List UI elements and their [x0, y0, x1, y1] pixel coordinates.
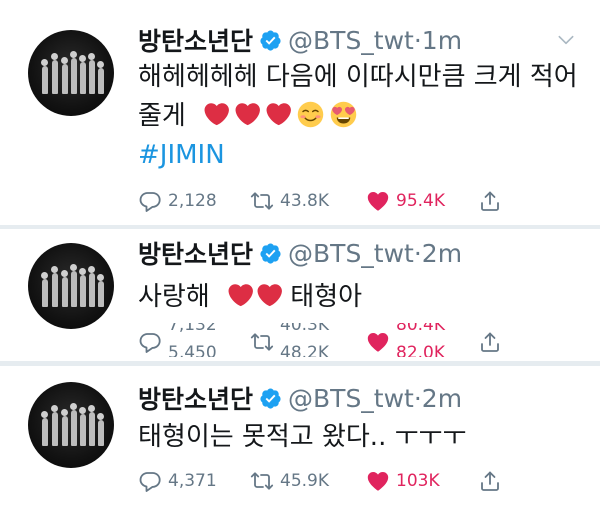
red-heart-emoji-icon [233, 101, 260, 128]
retweet-button[interactable]: 43.8K [250, 186, 329, 216]
reply-count-stack: 7,132 5,450 [168, 323, 228, 357]
red-heart-emoji-icon [264, 101, 291, 128]
user-handle[interactable]: @BTS_twt [288, 384, 414, 413]
tweet-text: 해헤헤헤헤 다음에 이따시만큼 크게 적어 줄게 #JIMIN [138, 58, 578, 175]
share-icon [478, 330, 502, 354]
tweet-text-line: 해헤헤헤헤 다음에 이따시만큼 크게 적어 [138, 62, 578, 92]
retweet-icon [250, 189, 274, 213]
heart-icon [366, 330, 390, 354]
like-button[interactable]: 80.4K 82.0K [366, 323, 456, 357]
red-heart-emoji-icon [255, 282, 282, 309]
share-icon [478, 469, 502, 493]
display-name[interactable]: 방탄소년단 [138, 235, 253, 271]
tweet-text-line: 줄게 [138, 97, 578, 136]
retweet-count-stack: 40.3K 48.2K [280, 323, 340, 357]
heart-icon [366, 469, 390, 493]
heart-icon [366, 189, 390, 213]
smiling-face-emoji-icon [297, 101, 324, 128]
timestamp[interactable]: ·1m [414, 26, 462, 55]
verified-badge-icon [259, 242, 282, 265]
tweet-text-fragment: 사랑해 [138, 282, 210, 312]
reply-button[interactable]: 4,371 [138, 466, 217, 496]
reply-count: 4,371 [168, 471, 217, 491]
reply-button[interactable]: 7,132 5,450 [138, 323, 228, 357]
chevron-down-icon[interactable] [556, 30, 576, 50]
tweet-1[interactable]: 방탄소년단 @BTS_twt ·1m 해헤헤헤헤 다음에 이따시만큼 크게 적어… [0, 0, 600, 225]
tweet-3[interactable]: 방탄소년단 @BTS_twt ·2m 태형이는 못적고 왔다.. ㅜㅜㅜ 4,3… [0, 366, 600, 517]
avatar[interactable] [28, 243, 114, 329]
red-heart-emoji-icon [202, 101, 229, 128]
avatar[interactable] [28, 30, 114, 116]
avatar[interactable] [28, 382, 114, 468]
tweet-text-fragment: 태형아 [290, 282, 363, 312]
hashtag-link[interactable]: #JIMIN [138, 136, 578, 175]
retweet-button[interactable]: 45.9K [250, 466, 329, 496]
tweet-header: 방탄소년단 @BTS_twt ·2m [138, 380, 462, 416]
tweet-actions: 2,128 43.8K 95.4K [138, 186, 578, 216]
red-heart-emoji-icon [226, 282, 253, 309]
tweet-2[interactable]: 방탄소년단 @BTS_twt ·2m 사랑해 태형아 7,132 5,450 4… [0, 229, 600, 361]
share-button[interactable] [478, 186, 502, 216]
heart-eyes-emoji-icon [330, 101, 357, 128]
retweet-count: 45.9K [280, 471, 329, 491]
display-name[interactable]: 방탄소년단 [138, 22, 253, 58]
timestamp[interactable]: ·2m [414, 384, 462, 413]
like-count: 103K [396, 471, 440, 491]
like-button[interactable]: 103K [366, 466, 440, 496]
tweet-text: 사랑해 태형아 [138, 278, 578, 317]
reply-icon [138, 189, 162, 213]
like-button[interactable]: 95.4K [366, 186, 445, 216]
reply-button[interactable]: 2,128 [138, 186, 217, 216]
retweet-icon [250, 469, 274, 493]
tweet-text-fragment: 줄게 [138, 101, 186, 131]
retweet-count: 40.3K [280, 323, 329, 335]
tweet-actions: 4,371 45.9K 103K [138, 466, 578, 496]
like-count-stack: 80.4K 82.0K [396, 323, 456, 357]
user-handle[interactable]: @BTS_twt [288, 26, 414, 55]
tweet-actions: 7,132 5,450 40.3K 48.2K 80.4K 82.0K [138, 323, 578, 357]
retweet-icon [250, 330, 274, 354]
display-name[interactable]: 방탄소년단 [138, 380, 253, 416]
reply-count: 5,450 [168, 343, 217, 357]
share-button[interactable] [478, 327, 502, 357]
share-icon [478, 189, 502, 213]
like-count: 82.0K [396, 343, 445, 357]
like-count: 95.4K [396, 191, 445, 211]
timestamp[interactable]: ·2m [414, 239, 462, 268]
tweet-text: 태형이는 못적고 왔다.. ㅜㅜㅜ [138, 422, 467, 452]
share-button[interactable] [478, 466, 502, 496]
verified-badge-icon [259, 387, 282, 410]
reply-icon [138, 469, 162, 493]
reply-count: 7,132 [168, 323, 217, 335]
tweet-header: 방탄소년단 @BTS_twt ·2m [138, 235, 462, 271]
reply-count: 2,128 [168, 191, 217, 211]
tweet-header: 방탄소년단 @BTS_twt ·1m [138, 22, 462, 58]
retweet-count: 48.2K [280, 343, 329, 357]
user-handle[interactable]: @BTS_twt [288, 239, 414, 268]
like-count: 80.4K [396, 323, 445, 335]
retweet-button[interactable]: 40.3K 48.2K [250, 323, 340, 357]
retweet-count: 43.8K [280, 191, 329, 211]
verified-badge-icon [259, 29, 282, 52]
reply-icon [138, 330, 162, 354]
